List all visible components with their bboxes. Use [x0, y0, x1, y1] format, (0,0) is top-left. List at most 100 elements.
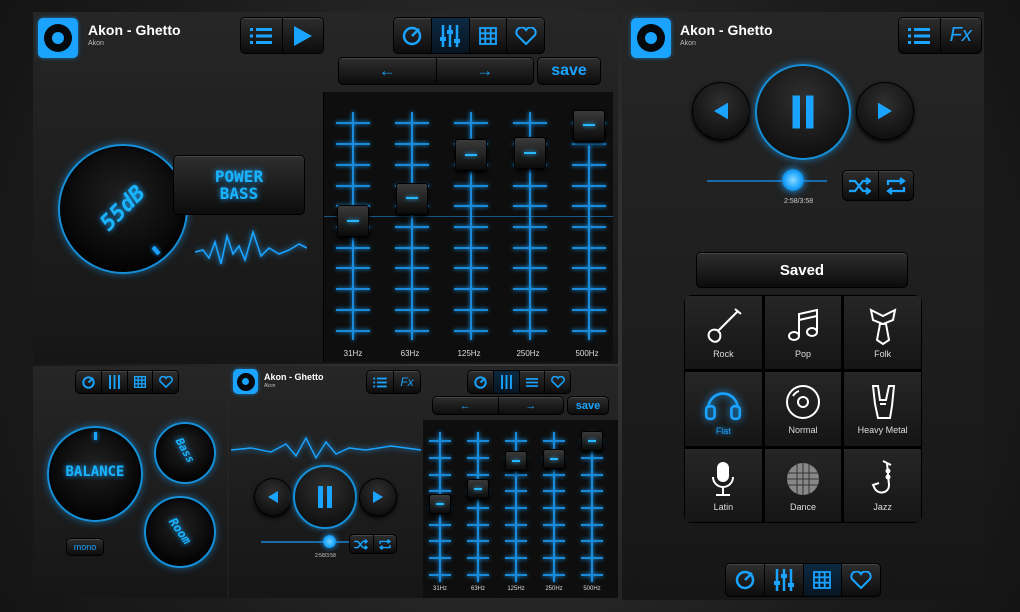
previous-button[interactable] — [692, 82, 750, 140]
next-button[interactable] — [856, 82, 914, 140]
previous-icon — [714, 102, 728, 120]
knob-icon — [735, 570, 755, 590]
power-bass-button[interactable]: POWER BASS — [173, 155, 305, 215]
tab-grid[interactable] — [470, 18, 508, 53]
bass-knob[interactable]: 55dB — [58, 144, 188, 274]
tab-equalizer[interactable] — [765, 564, 804, 596]
seek-thumb[interactable] — [782, 169, 804, 191]
previous-button-small[interactable] — [254, 478, 292, 516]
preset-label: Folk — [874, 349, 892, 360]
next-preset-button[interactable]: → — [437, 58, 534, 84]
eq-tick — [336, 329, 370, 332]
next-button-small[interactable] — [359, 478, 397, 516]
pause-button-small[interactable] — [293, 465, 357, 529]
shuffle-repeat — [842, 170, 914, 201]
play-icon — [293, 25, 312, 46]
eq-slider-thumb[interactable] — [337, 205, 369, 238]
playlist-button[interactable] — [241, 18, 283, 53]
tab-favorites-small[interactable] — [545, 371, 570, 393]
grid-icon — [813, 571, 832, 589]
preset-rock[interactable]: Rock — [684, 295, 763, 371]
eq-slider-thumb[interactable] — [455, 139, 487, 172]
tab-list-small[interactable] — [520, 371, 546, 393]
disco-ball-icon — [786, 462, 819, 495]
preset-folk[interactable]: Folk — [843, 295, 922, 371]
disc-icon — [785, 385, 820, 420]
preset-label: Latin — [713, 501, 734, 512]
tab-effects-small[interactable] — [76, 371, 102, 393]
eq-tick — [513, 308, 547, 311]
tab-favorites[interactable] — [842, 564, 880, 596]
shuffle-icon — [849, 176, 872, 195]
play-button[interactable] — [283, 18, 324, 53]
tab-favorites-small[interactable] — [153, 371, 178, 393]
tab-favorites[interactable] — [507, 18, 544, 53]
tab-effects[interactable] — [726, 564, 765, 596]
repeat-button-small[interactable] — [374, 535, 397, 553]
eq-tick — [543, 540, 565, 543]
eq-slider-thumb[interactable] — [543, 449, 565, 469]
eq-slider-thumb[interactable] — [514, 137, 546, 170]
eq-tick — [467, 523, 489, 526]
equalizer-icon — [440, 24, 461, 47]
tab-grid[interactable] — [803, 564, 843, 596]
shuffle-button[interactable] — [843, 171, 879, 200]
eq-tick — [513, 329, 547, 332]
eq-slider-thumb[interactable] — [467, 479, 489, 499]
tab-equalizer-small[interactable] — [493, 371, 520, 393]
bass-boost-knob[interactable]: Bass — [154, 422, 216, 484]
mono-button[interactable]: mono — [66, 538, 104, 556]
preset-pop[interactable]: Pop — [763, 295, 843, 371]
preset-nav-small: ← → — [432, 396, 564, 415]
tab-effects[interactable] — [394, 18, 432, 53]
tab-equalizer-small[interactable] — [102, 371, 128, 393]
eq-tick — [572, 329, 606, 332]
tab-grid-small[interactable] — [128, 371, 154, 393]
seek-track[interactable] — [707, 180, 827, 182]
save-button-small[interactable]: save — [567, 396, 609, 415]
eq-tick — [395, 143, 429, 146]
eq-slider-thumb[interactable] — [573, 109, 605, 142]
prev-preset-button[interactable]: ← — [339, 58, 437, 84]
headphones-icon — [705, 392, 742, 421]
preset-heavy-metal[interactable]: Heavy Metal — [843, 371, 922, 447]
eq-tick — [505, 507, 527, 509]
eq-tick — [543, 573, 565, 576]
fx-button-small[interactable]: Fx — [394, 371, 420, 393]
eq-slider-thumb[interactable] — [581, 431, 603, 451]
eq-tick — [454, 308, 488, 311]
power-bass-label-line2: BASS — [219, 184, 259, 203]
eq-tick — [429, 523, 451, 526]
tab-equalizer[interactable] — [431, 18, 470, 53]
eq-tick — [395, 226, 429, 228]
seek-track-small[interactable] — [261, 541, 351, 543]
repeat-button[interactable] — [879, 171, 914, 200]
save-button[interactable]: save — [537, 57, 601, 85]
eq-tick — [581, 573, 603, 576]
balance-screen: BALANCE mono Bass Room — [33, 366, 227, 598]
eq-slider-thumb[interactable] — [429, 494, 451, 514]
knob-icon — [403, 26, 422, 45]
preset-normal[interactable]: Normal — [763, 371, 843, 447]
pause-button[interactable] — [755, 64, 851, 160]
bass-level-readout: 55dB — [95, 180, 151, 237]
saved-presets-button[interactable]: Saved — [696, 252, 908, 288]
playlist-button-small[interactable] — [367, 371, 394, 393]
next-preset-button-small[interactable]: → — [499, 397, 564, 414]
eq-tick — [543, 473, 565, 476]
preset-latin[interactable]: Latin — [684, 447, 763, 523]
preset-flat[interactable]: Flat — [684, 371, 763, 447]
eq-slider-thumb[interactable] — [505, 450, 527, 471]
eq-slider-thumb[interactable] — [396, 182, 428, 215]
seek-thumb-small[interactable] — [323, 535, 336, 548]
preset-dance[interactable]: Dance — [763, 447, 843, 523]
fx-button[interactable]: Fx — [941, 18, 982, 53]
playlist-button[interactable] — [899, 18, 941, 53]
prev-preset-button-small[interactable]: ← — [433, 397, 499, 414]
shuffle-button-small[interactable] — [350, 535, 374, 553]
eq-tick — [454, 205, 488, 208]
tab-effects-small[interactable] — [468, 371, 494, 393]
room-knob[interactable]: Room — [144, 496, 216, 568]
balance-knob[interactable]: BALANCE — [47, 426, 143, 522]
preset-jazz[interactable]: Jazz — [843, 447, 922, 523]
